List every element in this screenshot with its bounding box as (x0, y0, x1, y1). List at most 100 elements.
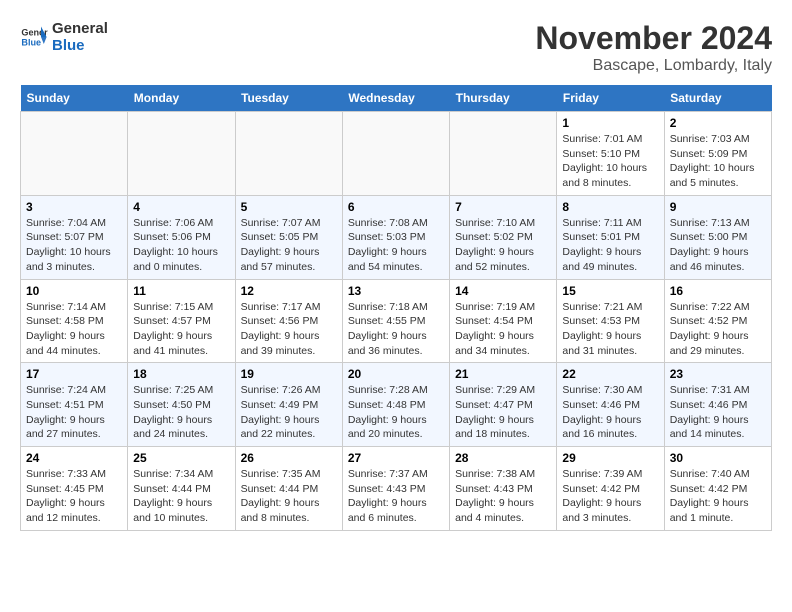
logo-icon: General Blue (20, 23, 48, 51)
calendar-cell: 4Sunrise: 7:06 AM Sunset: 5:06 PM Daylig… (128, 195, 235, 279)
day-info: Sunrise: 7:24 AM Sunset: 4:51 PM Dayligh… (26, 383, 122, 442)
day-number: 3 (26, 200, 122, 214)
calendar-cell: 6 Sunrise: 7:08 AM Sunset: 5:03 PM Daylig… (342, 195, 449, 279)
day-number: 6 (348, 200, 444, 214)
day-number: 19 (241, 367, 337, 381)
day-info: Sunrise: 7:38 AM Sunset: 4:43 PM Dayligh… (455, 467, 551, 526)
day-number: 20 (348, 367, 444, 381)
page-header: General Blue General Blue November 2024 … (20, 20, 772, 75)
day-number: 10 (26, 284, 122, 298)
day-info: Sunrise: 7:14 AM Sunset: 4:58 PM Dayligh… (26, 300, 122, 359)
day-info: Sunrise: 7:18 AM Sunset: 4:55 PM Dayligh… (348, 300, 444, 359)
weekday-header: Sunday (21, 85, 128, 112)
weekday-header: Tuesday (235, 85, 342, 112)
day-number: 14 (455, 284, 551, 298)
calendar-cell: 3 Sunrise: 7:04 AM Sunset: 5:07 PM Daylig… (21, 195, 128, 279)
day-number: 30 (670, 451, 766, 465)
day-info: Sunrise: 7:34 AM Sunset: 4:44 PM Dayligh… (133, 467, 229, 526)
calendar-cell: 10 Sunrise: 7:14 AM Sunset: 4:58 PM Dayli… (21, 279, 128, 363)
calendar-cell (128, 112, 235, 196)
calendar-cell: 1 Sunrise: 7:01 AM Sunset: 5:10 PM Daylig… (557, 112, 664, 196)
calendar-cell: 17 Sunrise: 7:24 AM Sunset: 4:51 PM Dayli… (21, 363, 128, 447)
day-info: Sunrise: 7:03 AM Sunset: 5:09 PM Dayligh… (670, 132, 766, 191)
day-info: Sunrise: 7:31 AM Sunset: 4:46 PM Dayligh… (670, 383, 766, 442)
day-number: 28 (455, 451, 551, 465)
title-block: November 2024 Bascape, Lombardy, Italy (535, 20, 772, 75)
day-info: Sunrise: 7:10 AM Sunset: 5:02 PM Dayligh… (455, 216, 551, 275)
calendar-cell: 5 Sunrise: 7:07 AM Sunset: 5:05 PM Daylig… (235, 195, 342, 279)
day-number: 13 (348, 284, 444, 298)
calendar-cell: 25 Sunrise: 7:34 AM Sunset: 4:44 PM Dayli… (128, 447, 235, 531)
day-info: Sunrise: 7:33 AM Sunset: 4:45 PM Dayligh… (26, 467, 122, 526)
calendar-cell: 19 Sunrise: 7:26 AM Sunset: 4:49 PM Dayli… (235, 363, 342, 447)
day-info: Sunrise: 7:07 AM Sunset: 5:05 PM Dayligh… (241, 216, 337, 275)
day-info: Sunrise: 7:29 AM Sunset: 4:47 PM Dayligh… (455, 383, 551, 442)
day-number: 9 (670, 200, 766, 214)
calendar-week-row: 10 Sunrise: 7:14 AM Sunset: 4:58 PM Dayli… (21, 279, 772, 363)
calendar-cell: 30 Sunrise: 7:40 AM Sunset: 4:42 PM Dayli… (664, 447, 771, 531)
day-number: 18 (133, 367, 229, 381)
day-info: Sunrise: 7:22 AM Sunset: 4:52 PM Dayligh… (670, 300, 766, 359)
day-number: 8 (562, 200, 658, 214)
day-number: 1 (562, 116, 658, 130)
day-info: Sunrise: 7:26 AM Sunset: 4:49 PM Dayligh… (241, 383, 337, 442)
calendar-cell: 28 Sunrise: 7:38 AM Sunset: 4:43 PM Dayli… (450, 447, 557, 531)
day-number: 7 (455, 200, 551, 214)
day-number: 24 (26, 451, 122, 465)
calendar-week-row: 17 Sunrise: 7:24 AM Sunset: 4:51 PM Dayli… (21, 363, 772, 447)
calendar-cell: 9Sunrise: 7:13 AM Sunset: 5:00 PM Daylig… (664, 195, 771, 279)
day-number: 21 (455, 367, 551, 381)
day-info: Sunrise: 7:08 AM Sunset: 5:03 PM Dayligh… (348, 216, 444, 275)
day-number: 12 (241, 284, 337, 298)
page-title: November 2024 (535, 20, 772, 57)
calendar-cell: 14Sunrise: 7:19 AM Sunset: 4:54 PM Dayli… (450, 279, 557, 363)
calendar-cell: 24 Sunrise: 7:33 AM Sunset: 4:45 PM Dayli… (21, 447, 128, 531)
day-number: 16 (670, 284, 766, 298)
page-subtitle: Bascape, Lombardy, Italy (535, 57, 772, 75)
weekday-header: Saturday (664, 85, 771, 112)
day-info: Sunrise: 7:17 AM Sunset: 4:56 PM Dayligh… (241, 300, 337, 359)
day-info: Sunrise: 7:04 AM Sunset: 5:07 PM Dayligh… (26, 216, 122, 275)
weekday-header: Monday (128, 85, 235, 112)
calendar-header-row: SundayMondayTuesdayWednesdayThursdayFrid… (21, 85, 772, 112)
day-number: 15 (562, 284, 658, 298)
logo: General Blue General Blue (20, 20, 108, 54)
day-info: Sunrise: 7:01 AM Sunset: 5:10 PM Dayligh… (562, 132, 658, 191)
calendar-cell: 20 Sunrise: 7:28 AM Sunset: 4:48 PM Dayli… (342, 363, 449, 447)
day-info: Sunrise: 7:37 AM Sunset: 4:43 PM Dayligh… (348, 467, 444, 526)
calendar-week-row: 1 Sunrise: 7:01 AM Sunset: 5:10 PM Daylig… (21, 112, 772, 196)
day-info: Sunrise: 7:30 AM Sunset: 4:46 PM Dayligh… (562, 383, 658, 442)
day-info: Sunrise: 7:40 AM Sunset: 4:42 PM Dayligh… (670, 467, 766, 526)
svg-text:Blue: Blue (21, 37, 41, 47)
logo-text: General Blue (52, 20, 108, 54)
calendar-cell: 21 Sunrise: 7:29 AM Sunset: 4:47 PM Dayli… (450, 363, 557, 447)
calendar-cell: 22 Sunrise: 7:30 AM Sunset: 4:46 PM Dayli… (557, 363, 664, 447)
weekday-header: Wednesday (342, 85, 449, 112)
calendar-cell: 11Sunrise: 7:15 AM Sunset: 4:57 PM Dayli… (128, 279, 235, 363)
day-number: 17 (26, 367, 122, 381)
day-number: 5 (241, 200, 337, 214)
calendar-cell: 13 Sunrise: 7:18 AM Sunset: 4:55 PM Dayli… (342, 279, 449, 363)
weekday-header: Thursday (450, 85, 557, 112)
day-info: Sunrise: 7:11 AM Sunset: 5:01 PM Dayligh… (562, 216, 658, 275)
calendar-cell: 26Sunrise: 7:35 AM Sunset: 4:44 PM Dayli… (235, 447, 342, 531)
day-info: Sunrise: 7:28 AM Sunset: 4:48 PM Dayligh… (348, 383, 444, 442)
day-info: Sunrise: 7:39 AM Sunset: 4:42 PM Dayligh… (562, 467, 658, 526)
day-number: 25 (133, 451, 229, 465)
day-number: 11 (133, 284, 229, 298)
day-number: 22 (562, 367, 658, 381)
calendar-cell: 15Sunrise: 7:21 AM Sunset: 4:53 PM Dayli… (557, 279, 664, 363)
calendar-cell (21, 112, 128, 196)
day-number: 27 (348, 451, 444, 465)
calendar-cell: 29 Sunrise: 7:39 AM Sunset: 4:42 PM Dayli… (557, 447, 664, 531)
day-number: 29 (562, 451, 658, 465)
calendar-cell: 16 Sunrise: 7:22 AM Sunset: 4:52 PM Dayli… (664, 279, 771, 363)
weekday-header: Friday (557, 85, 664, 112)
day-number: 4 (133, 200, 229, 214)
calendar-table: SundayMondayTuesdayWednesdayThursdayFrid… (20, 85, 772, 531)
day-number: 26 (241, 451, 337, 465)
calendar-week-row: 3 Sunrise: 7:04 AM Sunset: 5:07 PM Daylig… (21, 195, 772, 279)
calendar-week-row: 24 Sunrise: 7:33 AM Sunset: 4:45 PM Dayli… (21, 447, 772, 531)
calendar-cell: 27 Sunrise: 7:37 AM Sunset: 4:43 PM Dayli… (342, 447, 449, 531)
calendar-cell: 18Sunrise: 7:25 AM Sunset: 4:50 PM Dayli… (128, 363, 235, 447)
